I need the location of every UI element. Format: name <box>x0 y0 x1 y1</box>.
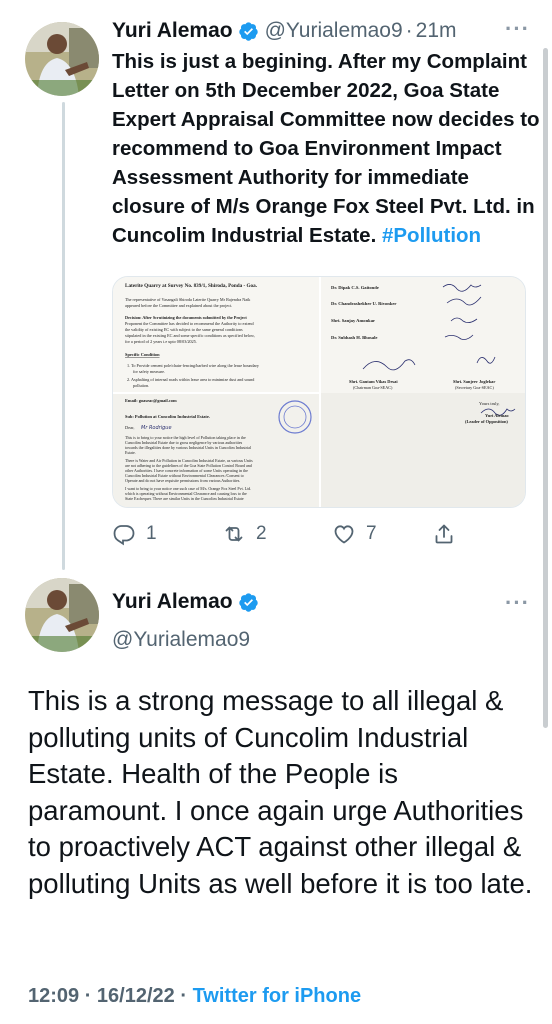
verified-badge-icon <box>238 21 258 41</box>
doc-specific-heading: Specific Condition <box>125 352 160 357</box>
tweet-media-image[interactable]: Laterite Quarry at Survey No. 839/1, Shi… <box>112 276 526 508</box>
share-icon <box>435 524 453 544</box>
letter-signer-role: (Leader of Opposition) <box>465 419 508 424</box>
tweet-text-content: This is just a begining. After my Compla… <box>112 50 540 247</box>
retweet-count: 2 <box>256 523 267 544</box>
verified-badge-icon <box>238 592 258 612</box>
thread-connector-line <box>62 102 65 570</box>
author-name[interactable]: Yuri Alemao <box>112 590 233 614</box>
tweet-actions-bar: 1 2 7 <box>112 516 542 552</box>
handwritten-note: Mr Rodrigue <box>141 425 172 431</box>
letter-body: This is to bring to your notice the high… <box>125 435 254 501</box>
tweet-timestamp[interactable]: 12:09 · 16/12/22 · <box>28 985 187 1007</box>
like-count: 7 <box>366 523 377 544</box>
doc-heading: Laterite Quarry at Survey No. 839/1, Shi… <box>125 283 258 289</box>
retweet-button[interactable]: 2 <box>222 522 267 546</box>
secretary-name: Shri. Sanjeev Joglekar <box>453 379 495 384</box>
chair-name: Shri. Gautam Vikas Desai <box>349 379 398 384</box>
letter-signer: Yuri Alemao <box>485 413 509 418</box>
like-icon <box>334 525 354 544</box>
reply-button[interactable]: 1 <box>112 522 157 546</box>
reply-icon <box>113 525 135 546</box>
reply-count: 1 <box>146 523 157 544</box>
tweet-text: This is just a begining. After my Compla… <box>112 47 542 250</box>
share-button[interactable] <box>432 522 456 546</box>
member-name: Dr. Dipak C.S. Gaitonde <box>331 285 379 290</box>
separator-dot: · <box>405 19 413 42</box>
like-button[interactable]: 7 <box>332 522 377 546</box>
letter-subject: Sub: Pollution at Cuncolim Industrial Es… <box>125 414 210 419</box>
tweet-header: Yuri Alemao @Yurialemao9 ··· <box>112 584 538 664</box>
more-options-icon[interactable]: ··· <box>505 592 530 614</box>
member-name: Dr. Chandrashekher U. Rivonker <box>331 301 396 306</box>
tweet-header: Yuri Alemao @Yurialemao9 · 21m ··· <box>112 14 538 48</box>
author-handle[interactable]: @Yurialemao9 <box>265 19 403 43</box>
letter-email: Email: goaseac@gmail.com <box>125 398 177 403</box>
avatar[interactable] <box>25 578 99 652</box>
member-name: Dr. Subhash H. Bhosale <box>331 335 377 340</box>
author-name[interactable]: Yuri Alemao <box>112 19 233 43</box>
avatar[interactable] <box>25 22 99 96</box>
author-handle[interactable]: @Yurialemao9 <box>112 628 250 652</box>
chair-role: (Chairman Goa-SEAC) <box>353 385 393 390</box>
author-name-row[interactable]: Yuri Alemao <box>112 590 265 614</box>
hashtag-link[interactable]: #Pollution <box>382 224 481 247</box>
scrollbar[interactable] <box>543 48 548 728</box>
tweet-source-link[interactable]: Twitter for iPhone <box>193 985 362 1007</box>
tweet-time[interactable]: 21m <box>416 19 457 43</box>
retweet-icon <box>225 526 243 542</box>
more-options-icon[interactable]: ··· <box>505 18 530 40</box>
member-name: Shri. Sanjay Amonkar <box>331 318 375 323</box>
secretary-role: (Secretary Goa-SEAC) <box>455 385 494 390</box>
tweet-text: This is a strong message to all illegal … <box>28 685 533 899</box>
tweet-meta: 12:09 · 16/12/22 · Twitter for iPhone <box>28 985 361 1008</box>
